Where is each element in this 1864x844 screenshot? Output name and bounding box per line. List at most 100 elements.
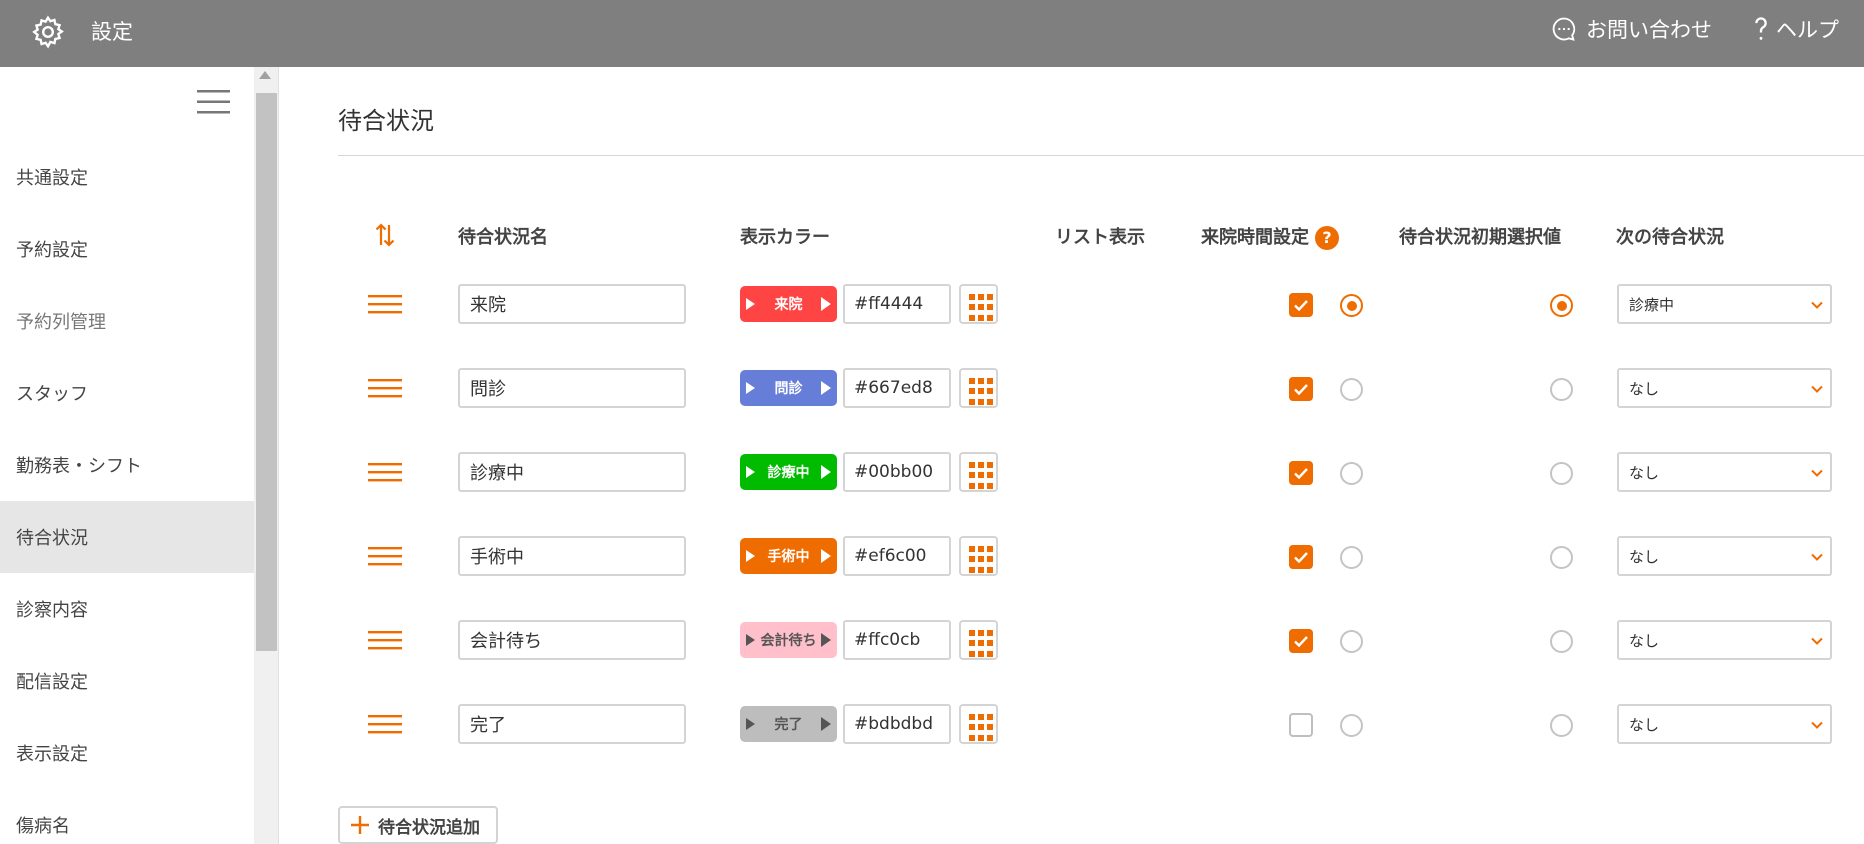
color-hex-input[interactable] <box>843 704 951 744</box>
help-label: ヘルプ <box>1776 18 1839 42</box>
sidebar-item[interactable]: 予約設定 <box>0 213 254 285</box>
status-name-input[interactable] <box>458 368 686 408</box>
drag-handle-icon[interactable] <box>368 292 402 316</box>
list-display-checkbox[interactable] <box>1289 461 1313 485</box>
initial-value-radio[interactable] <box>1550 714 1573 737</box>
visit-time-radio[interactable] <box>1340 378 1363 401</box>
drag-handle-icon[interactable] <box>368 628 402 652</box>
sidebar-item[interactable]: 勤務表・シフト <box>0 429 254 501</box>
sidebar-item-label: 表示設定 <box>16 744 88 765</box>
list-display-checkbox[interactable] <box>1289 629 1313 653</box>
scroll-thumb[interactable] <box>256 93 277 651</box>
color-preview-label: 会計待ち <box>760 633 817 649</box>
play-icon <box>821 549 831 563</box>
col-header-list-display: リスト表示 <box>1055 227 1145 248</box>
color-preview-label: 診療中 <box>767 465 810 481</box>
help-badge-icon[interactable]: ? <box>1315 226 1339 250</box>
play-icon <box>821 717 831 731</box>
visit-time-radio[interactable] <box>1340 462 1363 485</box>
contact-link[interactable]: お問い合わせ <box>1550 14 1712 44</box>
color-palette-icon[interactable] <box>959 368 998 408</box>
initial-value-radio[interactable] <box>1550 462 1573 485</box>
sidebar-item[interactable]: 診察内容 <box>0 573 254 645</box>
sidebar-item-label: 傷病名 <box>16 816 70 837</box>
sidebar-item[interactable]: 傷病名 <box>0 789 254 844</box>
sidebar-item[interactable]: 待合状況 <box>0 501 254 573</box>
sidebar-item[interactable]: 予約列管理 <box>0 285 254 357</box>
sidebar-item[interactable]: スタッフ <box>0 357 254 429</box>
color-palette-icon[interactable] <box>959 536 998 576</box>
chevron-down-icon <box>1811 385 1823 393</box>
next-status-value: なし <box>1629 715 1660 734</box>
color-preview-badge: 手術中 <box>740 538 837 574</box>
next-status-select[interactable]: 診療中 <box>1617 284 1832 324</box>
sidebar-scrollbar[interactable] <box>254 67 279 844</box>
visit-time-radio[interactable] <box>1340 630 1363 653</box>
play-icon <box>821 297 831 311</box>
color-hex-input[interactable] <box>843 536 951 576</box>
color-hex-input[interactable] <box>843 452 951 492</box>
next-status-select[interactable]: なし <box>1617 620 1832 660</box>
add-status-button[interactable]: 待合状況追加 <box>338 806 498 844</box>
drag-handle-icon[interactable] <box>368 712 402 736</box>
play-icon <box>746 550 755 562</box>
color-palette-icon[interactable] <box>959 704 998 744</box>
help-link[interactable]: ヘルプ <box>1752 14 1839 44</box>
sidebar-item-label: 予約設定 <box>16 240 88 261</box>
sidebar-item[interactable]: 配信設定 <box>0 645 254 717</box>
main-content: 待合状況 待合状況名 表示カラー リスト表示 来院時間設定? 待合状況初期選択値… <box>280 67 1864 844</box>
initial-value-radio[interactable] <box>1550 546 1573 569</box>
status-name-input[interactable] <box>458 452 686 492</box>
color-palette-icon[interactable] <box>959 620 998 660</box>
color-palette-icon[interactable] <box>959 452 998 492</box>
gear-icon[interactable] <box>30 14 66 50</box>
sidebar-item[interactable]: 表示設定 <box>0 717 254 789</box>
color-palette-icon[interactable] <box>959 284 998 324</box>
sidebar-item-label: 配信設定 <box>16 672 88 693</box>
check-icon <box>1294 384 1308 396</box>
status-name-input[interactable] <box>458 704 686 744</box>
initial-value-radio[interactable] <box>1550 294 1573 317</box>
chevron-down-icon <box>1811 721 1823 729</box>
status-row: 会計待ち なし <box>280 601 1864 685</box>
menu-icon[interactable] <box>197 89 230 115</box>
color-hex-input[interactable] <box>843 368 951 408</box>
color-hex-input[interactable] <box>843 284 951 324</box>
sidebar-item[interactable]: 共通設定 <box>0 141 254 213</box>
color-preview-badge: 完了 <box>740 706 837 742</box>
color-preview-label: 完了 <box>774 717 803 733</box>
list-display-checkbox[interactable] <box>1289 713 1313 737</box>
color-hex-input[interactable] <box>843 620 951 660</box>
sort-icon[interactable] <box>374 221 396 249</box>
next-status-select[interactable]: なし <box>1617 452 1832 492</box>
question-icon <box>1755 17 1767 40</box>
drag-handle-icon[interactable] <box>368 376 402 400</box>
scroll-up-arrow-icon[interactable] <box>259 71 271 79</box>
next-status-value: なし <box>1629 547 1660 566</box>
visit-time-radio[interactable] <box>1340 546 1363 569</box>
col-header-visit-time-label: 来院時間設定 <box>1201 227 1309 248</box>
color-preview-badge: 診療中 <box>740 454 837 490</box>
next-status-select[interactable]: なし <box>1617 368 1832 408</box>
visit-time-radio[interactable] <box>1340 294 1363 317</box>
list-display-checkbox[interactable] <box>1289 293 1313 317</box>
page-title: 待合状況 <box>338 107 434 135</box>
drag-handle-icon[interactable] <box>368 544 402 568</box>
next-status-select[interactable]: なし <box>1617 536 1832 576</box>
list-display-checkbox[interactable] <box>1289 377 1313 401</box>
check-icon <box>1294 636 1308 648</box>
status-name-input[interactable] <box>458 620 686 660</box>
list-display-checkbox[interactable] <box>1289 545 1313 569</box>
initial-value-radio[interactable] <box>1550 630 1573 653</box>
drag-handle-icon[interactable] <box>368 460 402 484</box>
color-preview-badge: 問診 <box>740 370 837 406</box>
play-icon <box>746 382 755 394</box>
visit-time-radio[interactable] <box>1340 714 1363 737</box>
initial-value-radio[interactable] <box>1550 378 1573 401</box>
status-row: 問診 なし <box>280 349 1864 433</box>
status-name-input[interactable] <box>458 536 686 576</box>
play-icon <box>746 298 755 310</box>
status-row: 手術中 なし <box>280 517 1864 601</box>
status-name-input[interactable] <box>458 284 686 324</box>
next-status-select[interactable]: なし <box>1617 704 1832 744</box>
